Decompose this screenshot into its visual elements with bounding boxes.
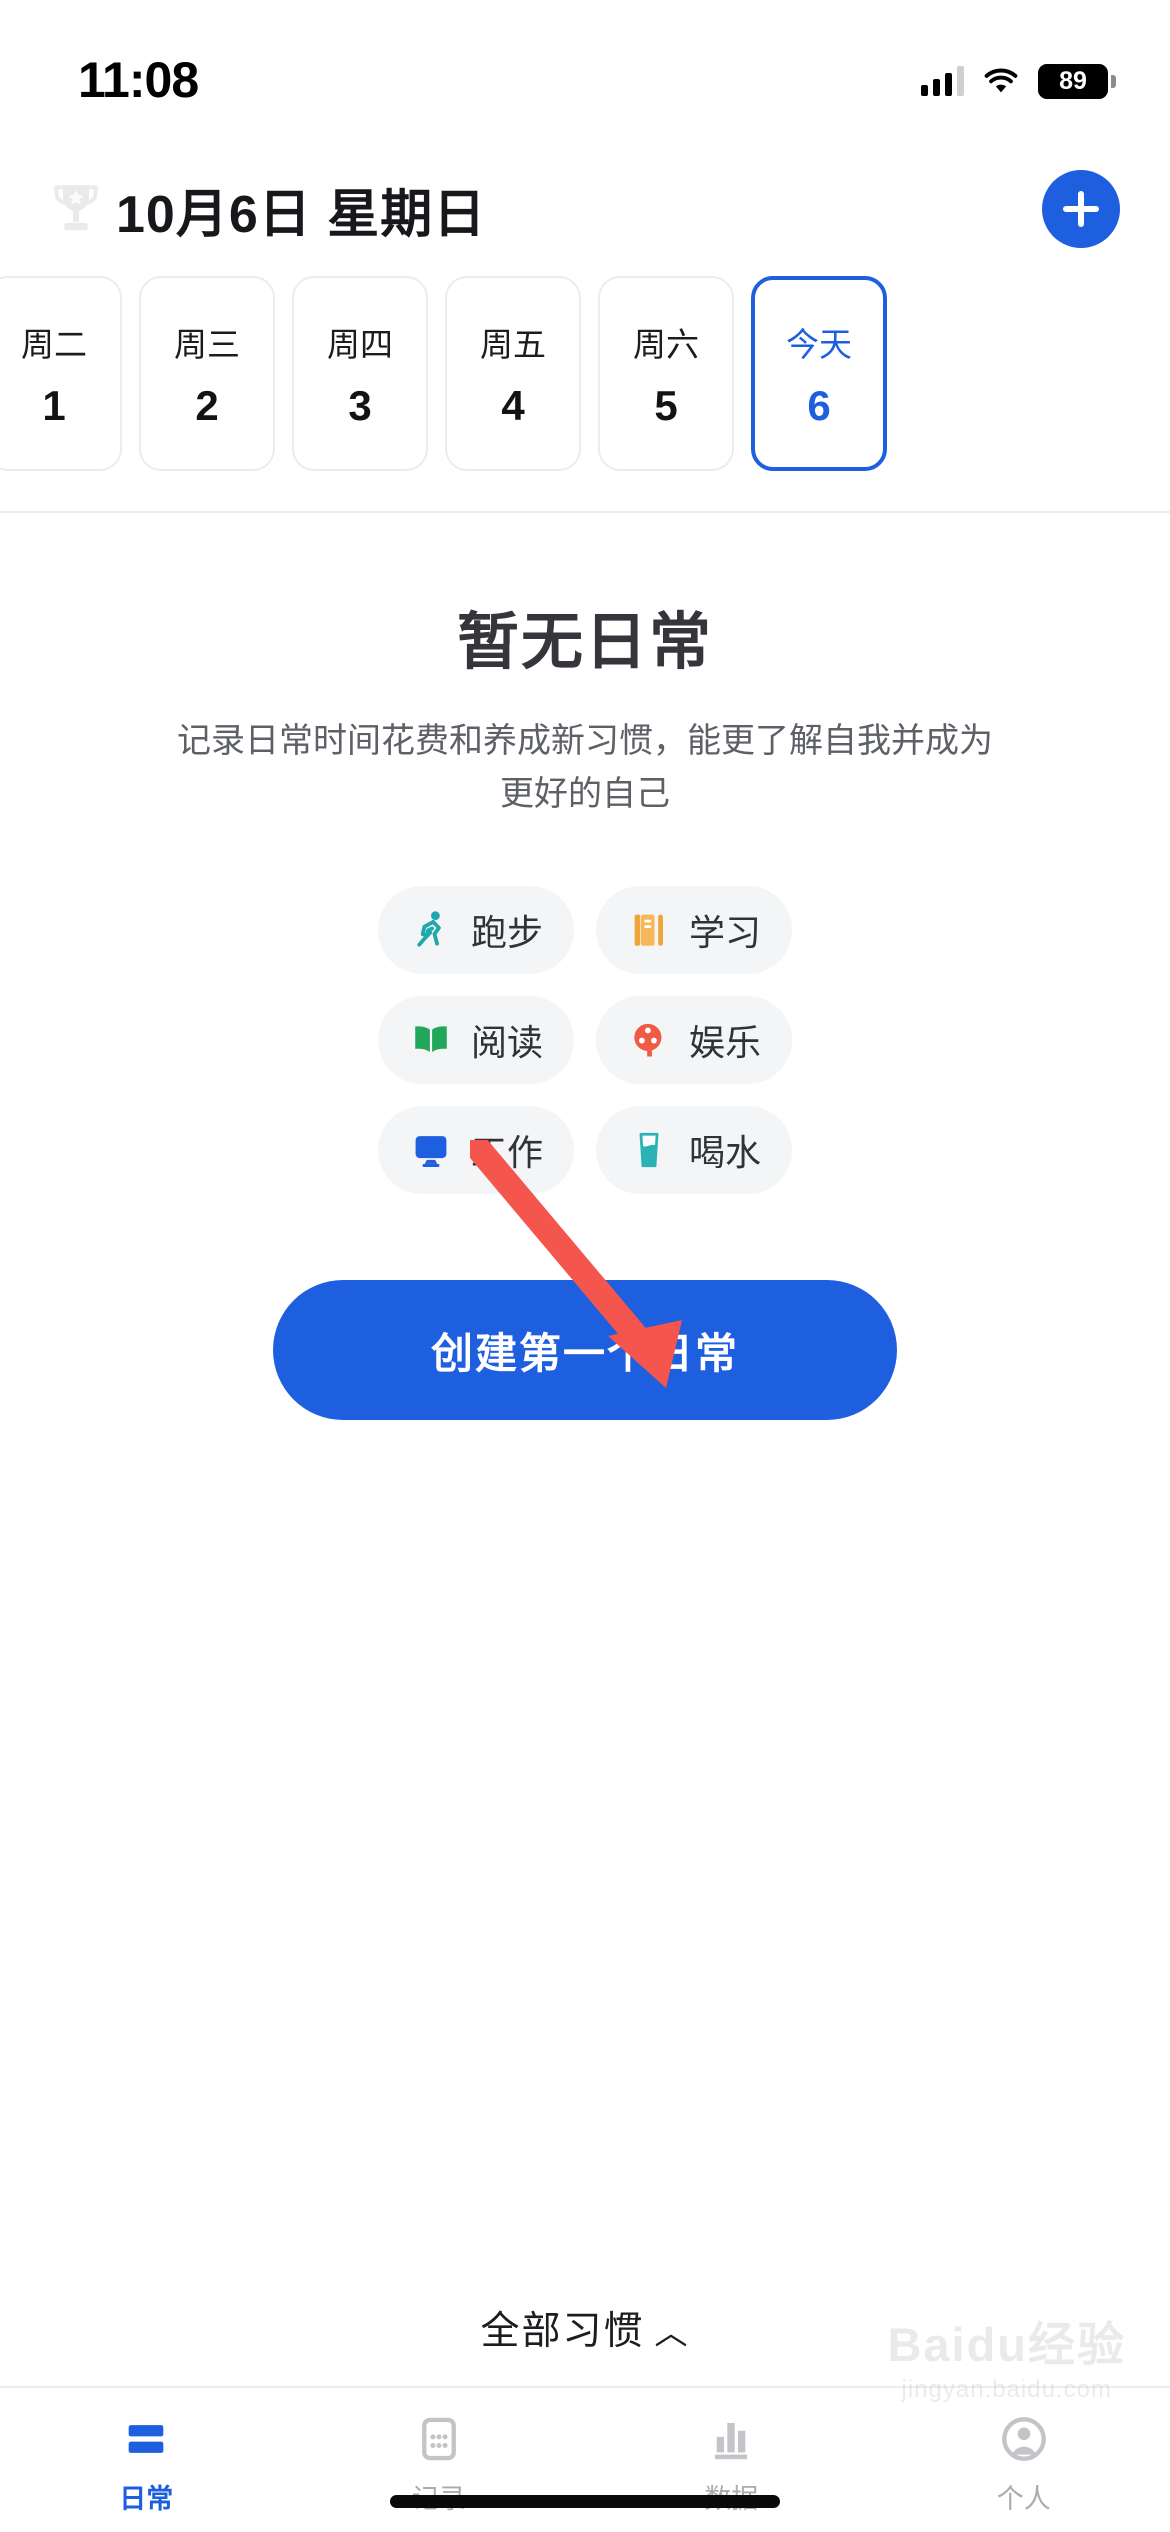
date-chip-4[interactable]: 周六 5: [598, 276, 734, 471]
calendar-icon: [413, 2413, 465, 2465]
page-title: 10月6日 星期日: [116, 185, 487, 244]
suggestion-chip-label: 喝水: [688, 1132, 761, 1174]
date-chip-number: 1: [42, 381, 66, 429]
suggestion-chip-reading[interactable]: 阅读: [378, 996, 574, 1085]
add-routine-button[interactable]: [1042, 170, 1120, 248]
suggestion-chip-label: 跑步: [470, 912, 543, 954]
date-chip-number: 4: [501, 381, 525, 429]
date-chip-weekday: 周四: [327, 325, 393, 363]
running-icon: [409, 908, 453, 952]
suggestion-chip-list: 跑步 学习 阅读 娱乐 工作 喝水: [0, 886, 1170, 1195]
date-chip-today[interactable]: 今天 6: [751, 276, 887, 471]
bottom-tab-bar: 日常 记录 数据: [0, 2386, 1170, 2532]
tab-records[interactable]: 记录: [293, 2388, 586, 2532]
date-chip-number: 2: [195, 381, 219, 429]
status-bar-time: 11:08: [78, 52, 199, 108]
battery-percent: 89: [1059, 66, 1087, 95]
empty-state-subtitle: 记录日常时间花费和养成新习惯，能更了解自我并成为更好的自己: [177, 722, 993, 813]
tab-profile[interactable]: 个人: [878, 2388, 1170, 2532]
date-chip-weekday: 周六: [633, 325, 699, 363]
date-chip-weekday: 周三: [174, 325, 240, 363]
film-reel-icon: [627, 1018, 671, 1062]
empty-state-title: 暂无日常: [456, 608, 713, 677]
suggestion-chip-label: 学习: [688, 912, 761, 954]
date-chip-weekday: 周二: [21, 325, 87, 363]
date-chip-2[interactable]: 周四 3: [292, 276, 428, 471]
date-chip-number: 6: [807, 381, 831, 429]
suggestion-chip-water[interactable]: 喝水: [596, 1106, 792, 1195]
tab-label: 个人: [996, 2483, 1051, 2514]
app-header: 10月6日 星期日: [0, 150, 1170, 268]
empty-state: 暂无日常 记录日常时间花费和养成新习惯，能更了解自我并成为更好的自己 跑步 学习…: [0, 513, 1170, 1421]
date-chip-weekday: 今天: [786, 325, 852, 363]
suggestion-chip-running[interactable]: 跑步: [378, 886, 574, 975]
wifi-icon: [982, 66, 1020, 96]
chevron-up-icon: ︿: [654, 2314, 690, 2351]
date-chip-1[interactable]: 周三 2: [139, 276, 275, 471]
monitor-icon: [409, 1128, 453, 1172]
suggestion-chip-label: 阅读: [470, 1022, 543, 1064]
rows-icon: [120, 2413, 172, 2465]
date-chip-number: 3: [348, 381, 372, 429]
date-chip-0[interactable]: 周二 1: [0, 276, 122, 471]
date-chip-number: 5: [654, 381, 678, 429]
date-strip[interactable]: 周二 1 周三 2 周四 3 周五 4 周六 5 今天 6: [0, 268, 1170, 483]
suggestion-chip-row: 阅读 娱乐: [378, 996, 792, 1085]
suggestion-chip-study[interactable]: 学习: [596, 886, 792, 975]
book-study-icon: [627, 908, 671, 952]
tab-label: 日常: [119, 2483, 174, 2514]
create-first-routine-button[interactable]: 创建第一个日常: [273, 1280, 897, 1421]
bar-chart-icon: [705, 2413, 757, 2465]
open-book-icon: [409, 1018, 453, 1062]
all-habits-label: 全部习惯: [480, 2310, 645, 2353]
cellular-bars-icon: [921, 66, 964, 96]
home-indicator: [390, 2495, 780, 2508]
suggestion-chip-entertainment[interactable]: 娱乐: [596, 996, 792, 1085]
battery-icon: 89: [1038, 63, 1116, 99]
status-bar: 11:08 89: [0, 0, 1170, 150]
water-glass-icon: [627, 1128, 671, 1172]
person-icon: [998, 2413, 1050, 2465]
status-bar-indicators: 89: [921, 63, 1116, 99]
suggestion-chip-row: 工作 喝水: [378, 1106, 792, 1195]
suggestion-chip-work[interactable]: 工作: [378, 1106, 574, 1195]
trophy-icon[interactable]: [50, 180, 102, 238]
suggestion-chip-label: 娱乐: [688, 1022, 761, 1064]
date-chip-weekday: 周五: [480, 325, 546, 363]
tab-routines[interactable]: 日常: [0, 2388, 293, 2532]
date-chip-3[interactable]: 周五 4: [445, 276, 581, 471]
suggestion-chip-label: 工作: [470, 1132, 543, 1174]
suggestion-chip-row: 跑步 学习: [378, 886, 792, 975]
all-habits-toggle[interactable]: 全部习惯 ︿: [0, 2300, 1170, 2356]
tab-data[interactable]: 数据: [585, 2388, 878, 2532]
